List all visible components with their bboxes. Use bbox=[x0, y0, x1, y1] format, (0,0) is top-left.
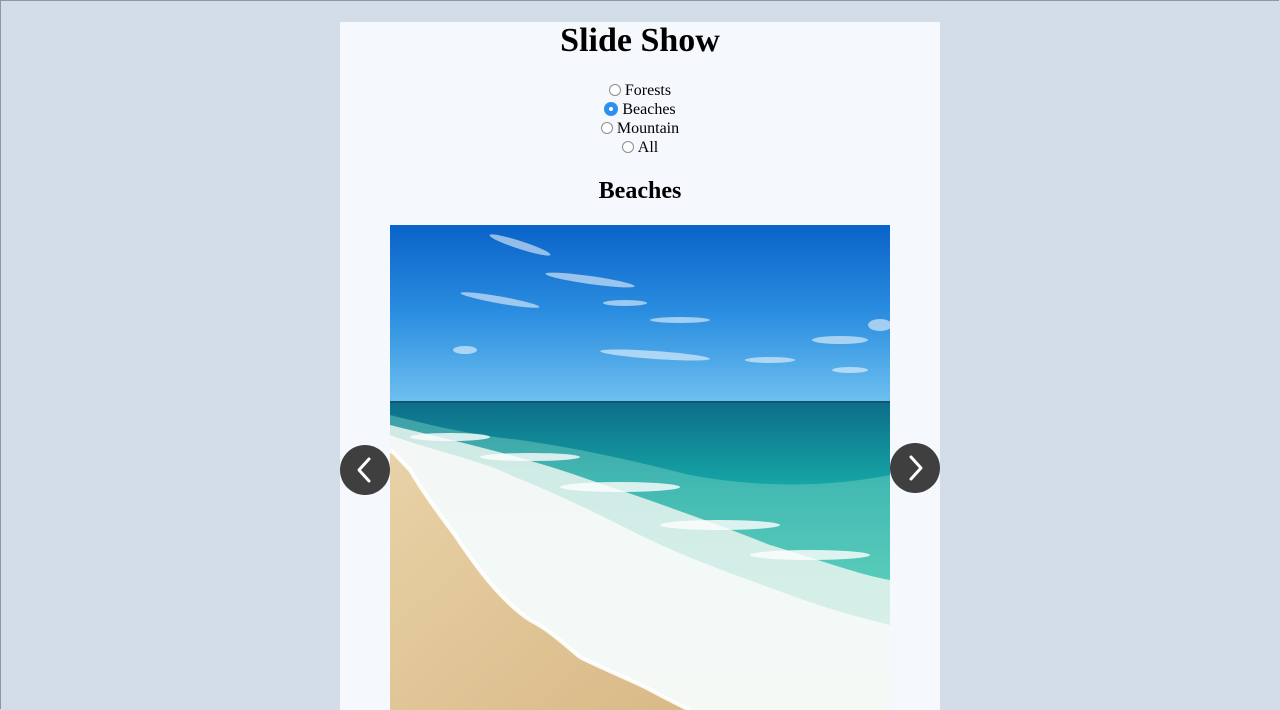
slide-image bbox=[390, 225, 890, 710]
radio-mountain[interactable]: Mountain bbox=[340, 119, 940, 138]
radio-label-forests: Forests bbox=[624, 82, 672, 99]
prev-slide-button[interactable] bbox=[340, 445, 390, 495]
chevron-right-icon bbox=[909, 455, 923, 481]
radio-label-all: All bbox=[637, 139, 659, 156]
radio-button-beaches[interactable] bbox=[604, 102, 619, 116]
radio-all[interactable]: All bbox=[340, 138, 940, 157]
radio-beaches[interactable]: Beaches bbox=[340, 100, 940, 119]
radio-button-forests[interactable] bbox=[608, 84, 621, 96]
radio-button-all[interactable] bbox=[621, 141, 634, 153]
page-title: Slide Show bbox=[560, 22, 720, 59]
slide-heading: Beaches bbox=[598, 178, 682, 204]
radio-label-mountain: Mountain bbox=[616, 120, 680, 137]
radio-label-beaches: Beaches bbox=[622, 101, 676, 118]
category-radio-group: Forests Beaches Mountain All bbox=[340, 81, 940, 157]
beach-photo bbox=[390, 225, 890, 710]
radio-button-mountain[interactable] bbox=[600, 122, 613, 134]
slideshow-panel: Slide Show Forests Beaches Mountain All … bbox=[340, 22, 940, 710]
chevron-left-icon bbox=[357, 457, 371, 483]
next-slide-button[interactable] bbox=[890, 443, 940, 493]
radio-forests[interactable]: Forests bbox=[340, 81, 940, 100]
